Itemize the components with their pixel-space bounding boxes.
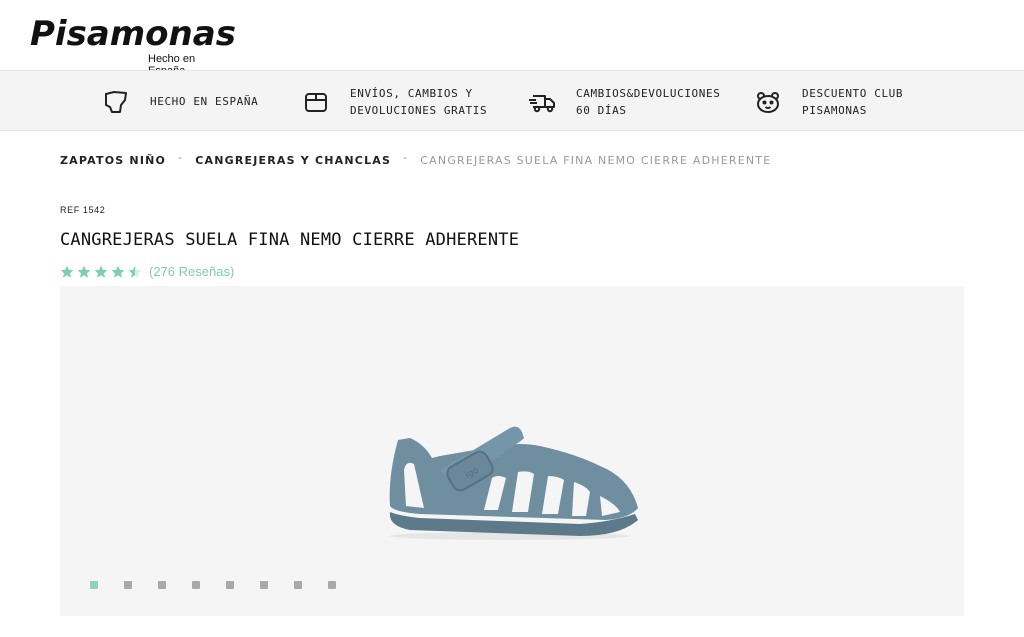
benefit-label-line2: PISAMONAS [802, 103, 868, 117]
box-icon [300, 86, 332, 118]
product-ref: REF 1542 [60, 205, 106, 215]
breadcrumb-separator: - [403, 151, 409, 164]
breadcrumb-separator: - [178, 151, 184, 164]
logo-wordmark: Pisamonas [30, 14, 236, 54]
reviews-link[interactable]: (276 Reseñas) [149, 264, 234, 279]
gallery-dot[interactable] [294, 581, 302, 589]
benefit-label-line2: 60 DÍAS [576, 103, 627, 117]
breadcrumb-item-current: CANGREJERAS SUELA FINA NEMO CIERRE ADHER… [420, 154, 772, 167]
bear-face-icon [752, 86, 784, 118]
star-icon [111, 265, 125, 278]
benefit-label-line1: DESCUENTO CLUB [802, 86, 904, 100]
gallery-dot[interactable] [192, 581, 200, 589]
product-rating[interactable]: (276 Reseñas) [60, 264, 234, 279]
product-image: igo [380, 416, 650, 551]
benefit-label: HECHO EN ESPAÑA [150, 95, 259, 108]
benefit-free-shipping: ENVÍOS, CAMBIOS Y DEVOLUCIONES GRATIS [300, 71, 487, 132]
gallery-dot[interactable] [328, 581, 336, 589]
gallery-dot[interactable] [260, 581, 268, 589]
site-logo[interactable]: Pisamonas Hecho en España [30, 14, 236, 77]
benefits-bar: HECHO EN ESPAÑA ENVÍOS, CAMBIOS Y DEVOLU… [0, 70, 1024, 131]
star-icon [60, 265, 74, 278]
star-icon [77, 265, 91, 278]
breadcrumb-item-cangrejeras[interactable]: CANGREJERAS Y CHANCLAS [195, 154, 391, 167]
delivery-truck-icon [526, 86, 558, 118]
gallery-pagination [90, 581, 362, 589]
gallery-dot[interactable] [226, 581, 234, 589]
breadcrumb: ZAPATOS NIÑO - CANGREJERAS Y CHANCLAS - … [60, 151, 772, 167]
benefit-club-discount[interactable]: DESCUENTO CLUB PISAMONAS [752, 71, 903, 132]
product-gallery[interactable]: igo [60, 286, 964, 616]
gallery-dot[interactable] [90, 581, 98, 589]
benefit-returns-60-days: CAMBIOS&DEVOLUCIONES 60 DÍAS [526, 71, 720, 132]
benefit-label-line1: CAMBIOS&DEVOLUCIONES [576, 86, 721, 100]
gallery-dot[interactable] [124, 581, 132, 589]
benefit-label-line1: ENVÍOS, CAMBIOS Y [350, 86, 473, 100]
rating-stars [60, 265, 145, 279]
benefit-made-in-spain: HECHO EN ESPAÑA [100, 71, 258, 132]
star-icon [128, 265, 142, 278]
benefit-label-line2: DEVOLUCIONES GRATIS [350, 103, 488, 117]
star-icon [94, 265, 108, 278]
gallery-dot[interactable] [158, 581, 166, 589]
breadcrumb-item-zapatos-nino[interactable]: ZAPATOS NIÑO [60, 154, 166, 167]
site-header: Pisamonas Hecho en España [0, 0, 1024, 77]
spain-map-icon [100, 86, 132, 118]
product-title: CANGREJERAS SUELA FINA NEMO CIERRE ADHER… [60, 230, 520, 250]
